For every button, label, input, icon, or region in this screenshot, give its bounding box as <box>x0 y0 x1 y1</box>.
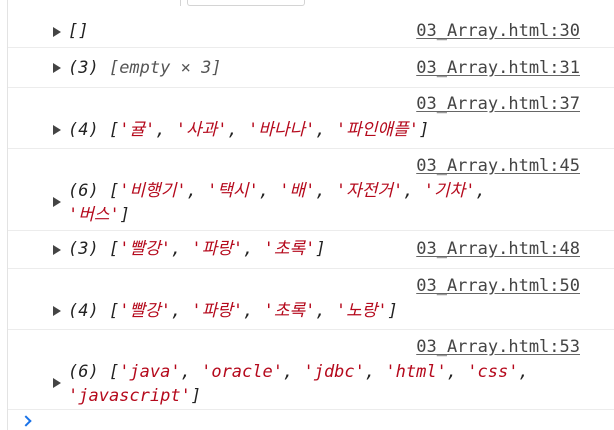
string-value: '초록' <box>263 301 316 321</box>
source-link[interactable]: 03_Array.html:45 <box>416 155 580 177</box>
console-message: [] 03_Array.html:30 <box>8 14 614 48</box>
punctuation: , <box>243 301 264 321</box>
punctuation: ] <box>418 120 430 140</box>
punctuation: (4) [ <box>68 301 120 321</box>
string-value: '배' <box>279 181 316 201</box>
punctuation: , <box>403 181 424 201</box>
message-line: (4) ['빨강', '파랑', '초록', '노랑'] <box>68 300 398 322</box>
message-line: [] <box>68 20 88 42</box>
console-message: 03_Array.html:45 (6) ['비행기', '택시', '배', … <box>8 149 614 231</box>
console-message: 03_Array.html:37 (4) ['귤', '사과', '바나나', … <box>8 88 614 149</box>
source-link[interactable]: 03_Array.html:31 <box>416 57 580 79</box>
filter-input-edge[interactable] <box>187 0 305 6</box>
string-value: 'jdbc' <box>303 362 365 382</box>
expand-triangle-icon[interactable] <box>53 378 61 388</box>
message-line: (6) ['비행기', '택시', '배', '자전거', '기차', <box>68 180 486 202</box>
message-line: (6) ['java', 'oracle', 'jdbc', 'html', '… <box>68 361 529 383</box>
punctuation: , <box>155 120 176 140</box>
source-link[interactable]: 03_Array.html:37 <box>416 93 580 115</box>
string-value: 'css' <box>467 362 519 382</box>
string-value: '빨강' <box>119 301 171 321</box>
string-value: 'javascript' <box>68 386 191 406</box>
punctuation: , <box>243 239 264 259</box>
string-value: '노랑' <box>335 301 388 321</box>
punctuation: , <box>446 362 468 382</box>
source-link[interactable]: 03_Array.html:48 <box>416 238 580 260</box>
punctuation: ] <box>190 386 202 406</box>
punctuation: , <box>186 181 208 201</box>
punctuation: , <box>170 239 192 259</box>
string-value: 'html' <box>385 362 447 382</box>
punctuation: , <box>170 301 192 321</box>
message-line: 'javascript'] <box>68 385 201 407</box>
string-value: '비행기' <box>119 181 187 201</box>
string-value: 'oracle' <box>201 362 283 382</box>
expand-triangle-icon[interactable] <box>53 125 61 135</box>
console-toolbar-edge <box>0 0 614 8</box>
expand-triangle-icon[interactable] <box>53 27 61 37</box>
string-value: '버스' <box>68 205 120 225</box>
console-panel: [] 03_Array.html:30 (3) [empty × 3] 03_A… <box>0 0 614 430</box>
punctuation: ] <box>315 239 326 259</box>
string-value: '사과' <box>175 120 228 140</box>
string-value: '초록' <box>263 239 316 259</box>
punctuation: , <box>315 181 336 201</box>
message-line: (3) [empty × 3] <box>68 57 222 79</box>
source-link[interactable]: 03_Array.html:30 <box>416 20 580 42</box>
string-value: '파인애플' <box>335 120 419 140</box>
string-value: 'java' <box>119 362 181 382</box>
string-value: '파랑' <box>191 239 244 259</box>
console-message: (3) [empty × 3] 03_Array.html:31 <box>8 48 614 88</box>
message-line: '버스'] <box>68 204 130 226</box>
toolbar-divider <box>180 0 181 6</box>
punctuation: , <box>518 362 529 382</box>
expand-triangle-icon[interactable] <box>53 306 61 316</box>
string-value: '바나나' <box>248 120 316 140</box>
punctuation: , <box>227 120 249 140</box>
message-line: (4) ['귤', '사과', '바나나', '파인애플'] <box>68 119 429 141</box>
punctuation: , <box>475 181 486 201</box>
chevron-right-prompt-icon[interactable] <box>20 415 32 427</box>
string-value: '파랑' <box>191 301 244 321</box>
punctuation: , <box>364 362 386 382</box>
punctuation: (3) [ <box>68 239 120 259</box>
punctuation: ] <box>119 205 130 225</box>
expand-triangle-icon[interactable] <box>53 245 61 255</box>
string-value: '기차' <box>423 181 476 201</box>
string-value: '택시' <box>207 181 259 201</box>
punctuation: , <box>315 120 336 140</box>
source-link[interactable]: 03_Array.html:53 <box>416 336 580 358</box>
console-message: 03_Array.html:53 (6) ['java', 'oracle', … <box>8 330 614 410</box>
punctuation: , <box>282 362 304 382</box>
message-line: (3) ['빨강', '파랑', '초록'] <box>68 238 326 260</box>
punctuation: (6) [ <box>68 181 120 201</box>
punctuation: , <box>180 362 202 382</box>
punctuation: (4) [ <box>68 120 120 140</box>
punctuation: [empty × 3] <box>108 58 222 78</box>
console-message: (3) ['빨강', '파랑', '초록'] 03_Array.html:48 <box>8 231 614 269</box>
source-link[interactable]: 03_Array.html:50 <box>416 275 580 297</box>
expand-triangle-icon[interactable] <box>53 197 61 207</box>
punctuation: (3) <box>68 58 109 78</box>
expand-triangle-icon[interactable] <box>53 63 61 73</box>
punctuation: , <box>315 301 336 321</box>
punctuation: (6) [ <box>68 362 120 382</box>
punctuation: ] <box>387 301 398 321</box>
string-value: '빨강' <box>119 239 171 259</box>
punctuation: , <box>258 181 280 201</box>
console-message: 03_Array.html:50 (4) ['빨강', '파랑', '초록', … <box>8 269 614 330</box>
punctuation: [] <box>68 21 89 41</box>
string-value: '자전거' <box>335 181 404 201</box>
string-value: '귤' <box>119 120 156 140</box>
